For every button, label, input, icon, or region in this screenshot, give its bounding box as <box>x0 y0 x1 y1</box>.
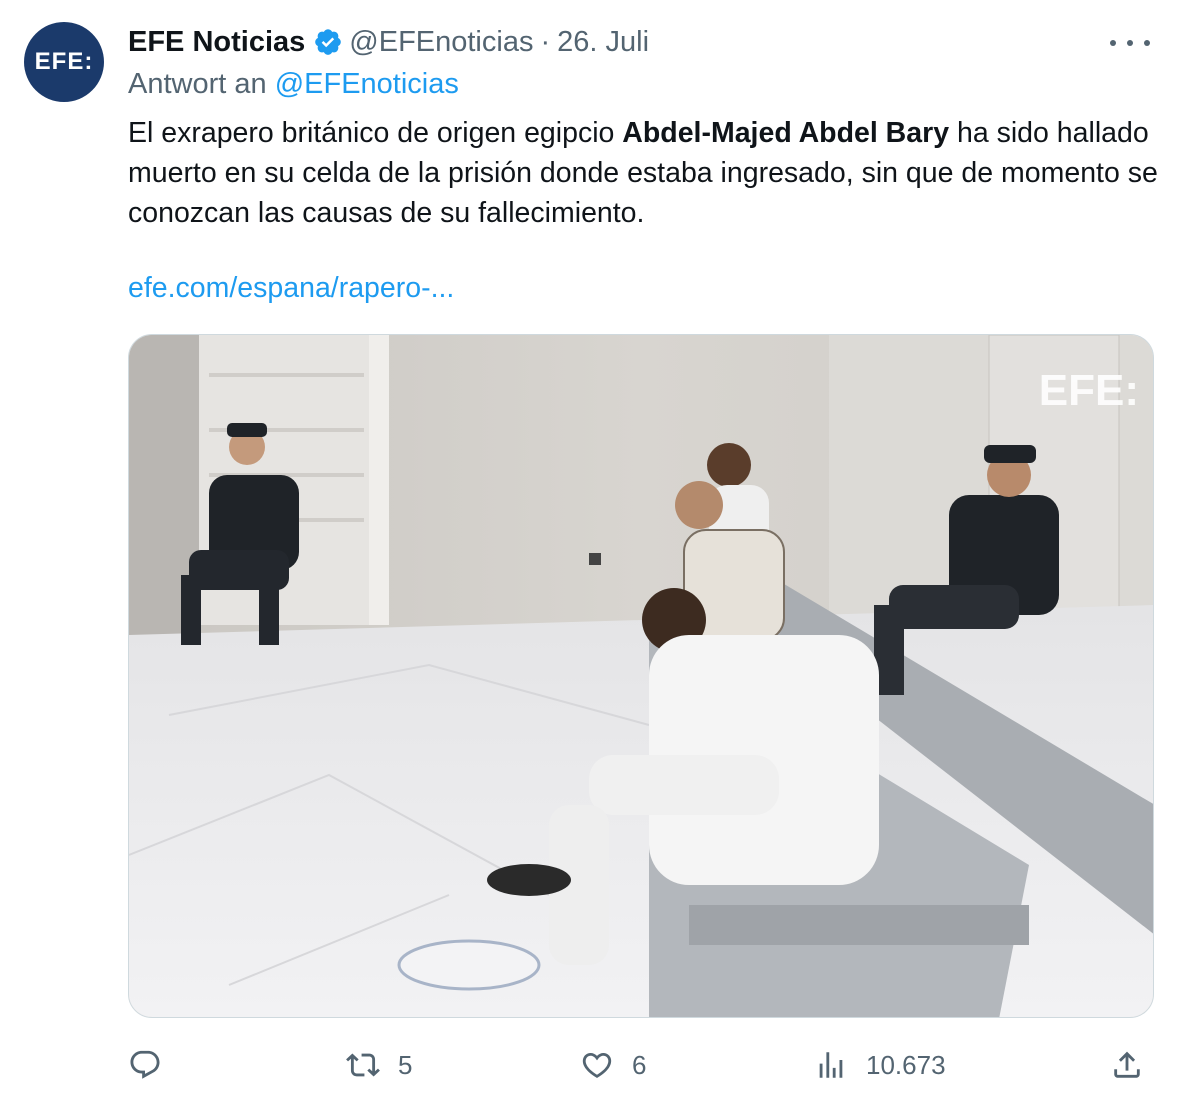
tweet-media-photo[interactable]: EFE: <box>128 334 1154 1018</box>
views-count: 10.673 <box>866 1049 946 1080</box>
tweet-text-start: El exrapero británico de origen egipcio <box>128 117 623 149</box>
media-watermark: EFE: <box>1039 366 1139 415</box>
tweet-text: El exrapero británico de origen egipcio … <box>128 113 1158 233</box>
tweet-header: EFE Noticias @EFEnoticias · 26. Juli <box>128 22 1084 62</box>
tweet-date[interactable]: 26. Juli <box>557 26 649 59</box>
like-button[interactable]: 6 <box>580 1040 646 1090</box>
share-button[interactable] <box>1110 1040 1144 1090</box>
author-handle[interactable]: @EFEnoticias <box>349 26 533 59</box>
reply-button[interactable] <box>128 1040 180 1090</box>
avatar-logo-text: EFE: <box>34 48 94 75</box>
separator-dot: · <box>540 25 551 58</box>
verified-badge-icon <box>315 29 342 55</box>
retweet-count: 5 <box>398 1049 413 1080</box>
article-link[interactable]: efe.com/espana/rapero-... <box>128 272 454 305</box>
courtroom-photo: EFE: <box>129 335 1153 1017</box>
retweet-button[interactable]: 5 <box>346 1040 412 1090</box>
reply-prefix: Antwort an <box>128 68 267 100</box>
author-name[interactable]: EFE Noticias <box>128 26 305 59</box>
avatar[interactable]: EFE: <box>24 22 104 102</box>
views-chart-icon <box>819 1052 843 1078</box>
reply-to-line: Antwort an @EFEnoticias <box>128 68 459 101</box>
views-button[interactable]: 10.673 <box>814 1040 946 1090</box>
retweet-icon <box>346 1053 380 1077</box>
share-icon <box>1114 1051 1140 1078</box>
reply-mention-link[interactable]: @EFEnoticias <box>275 68 459 100</box>
action-bar: 5 6 10.673 <box>128 1040 1158 1090</box>
heart-icon <box>582 1052 612 1078</box>
like-count: 6 <box>632 1049 647 1080</box>
tweet-text-bold-name: Abdel-Majed Abdel Bary <box>622 117 950 149</box>
reply-icon <box>130 1050 160 1079</box>
more-dots-icon[interactable] <box>1110 28 1150 58</box>
